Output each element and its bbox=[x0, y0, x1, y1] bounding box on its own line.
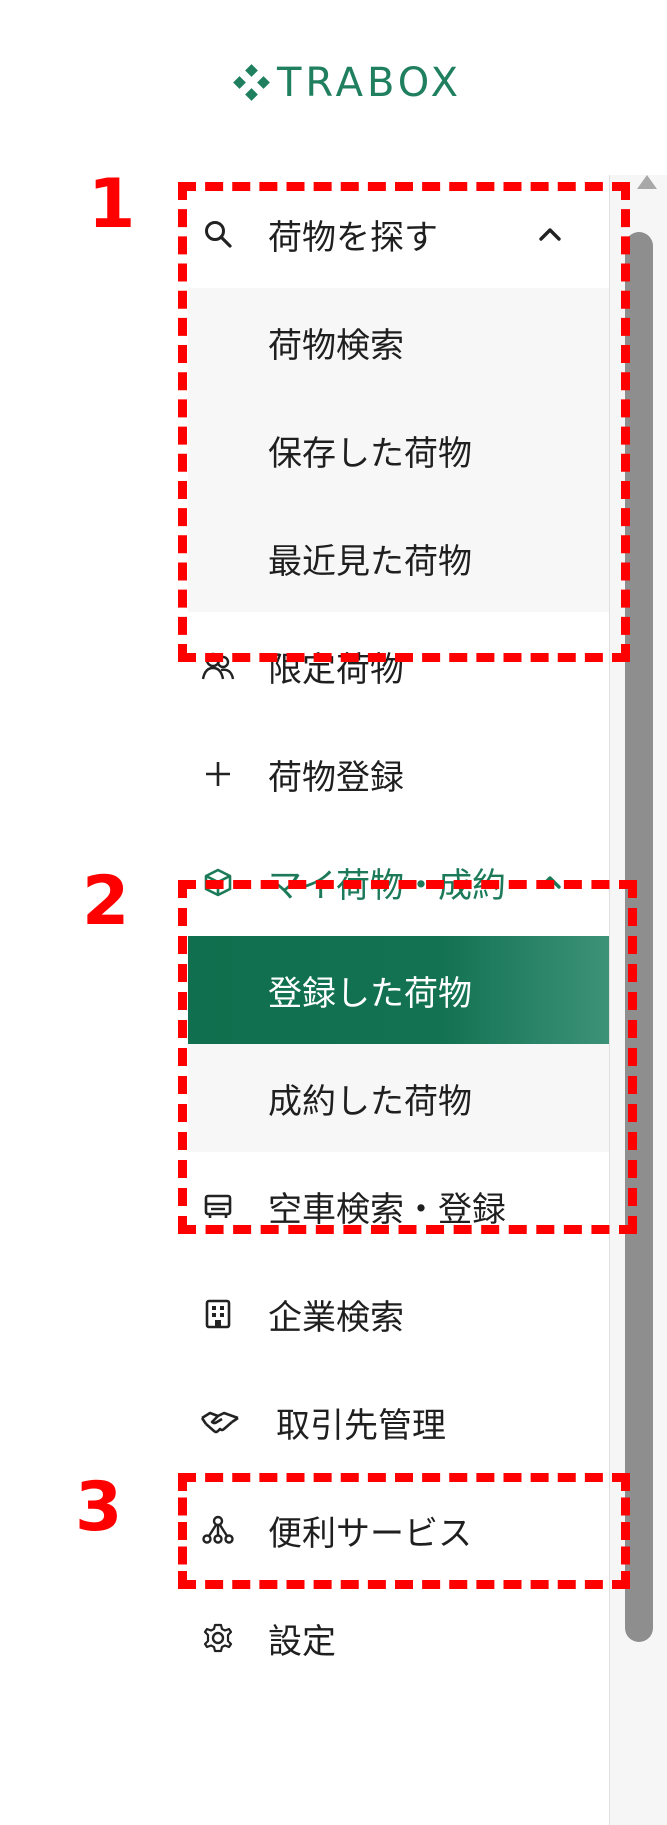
annotation-number-2: 2 bbox=[82, 862, 130, 941]
annotation-box-2 bbox=[178, 880, 637, 1234]
sidebar-item-label: 設定 bbox=[268, 1621, 336, 1662]
scroll-up-arrow-icon[interactable] bbox=[637, 175, 657, 189]
annotation-number-1: 1 bbox=[88, 165, 136, 244]
sidebar-item-label: 取引先管理 bbox=[276, 1405, 446, 1446]
sidebar-item-label: 企業検索 bbox=[268, 1297, 404, 1338]
annotation-box-3 bbox=[178, 1473, 630, 1589]
handshake-icon bbox=[198, 1404, 242, 1440]
gear-icon bbox=[200, 1620, 236, 1656]
logo-diamonds-icon bbox=[233, 64, 271, 102]
sidebar-item-partner-management[interactable]: 取引先管理 bbox=[188, 1368, 609, 1476]
sidebar-item-label: 荷物登録 bbox=[268, 757, 404, 798]
trabox-logo[interactable]: TRABOX bbox=[233, 58, 462, 108]
annotation-box-1 bbox=[178, 182, 630, 662]
plus-icon bbox=[200, 756, 236, 792]
sidebar-item-company-search[interactable]: 企業検索 bbox=[188, 1260, 609, 1368]
annotation-number-3: 3 bbox=[75, 1468, 123, 1547]
logo-text: TRABOX bbox=[277, 60, 463, 106]
sidebar-item-cargo-register[interactable]: 荷物登録 bbox=[188, 720, 609, 828]
sidebar-item-settings[interactable]: 設定 bbox=[188, 1584, 609, 1692]
building-icon bbox=[200, 1296, 236, 1332]
